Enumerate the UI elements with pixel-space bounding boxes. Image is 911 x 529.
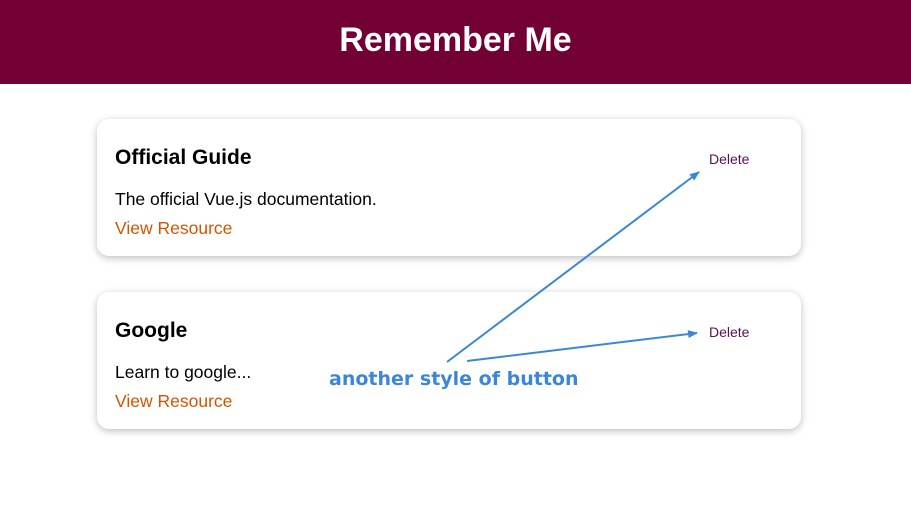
resource-description: The official Vue.js documentation. [115,189,377,209]
delete-button[interactable]: Delete [707,151,751,167]
resource-title: Official Guide [115,146,252,169]
view-resource-link[interactable]: View Resource [115,391,232,412]
resource-description: Learn to google... [115,362,252,382]
annotation-label: another style of button [329,368,579,390]
resource-card: Official Guide Delete The official Vue.j… [97,119,801,256]
resource-card: Google Delete Learn to google... View Re… [97,292,801,429]
delete-button[interactable]: Delete [707,324,751,340]
view-resource-link[interactable]: View Resource [115,218,232,239]
page-title: Remember Me [339,20,572,59]
resource-title: Google [115,319,188,342]
app-header: Remember Me [0,0,911,84]
